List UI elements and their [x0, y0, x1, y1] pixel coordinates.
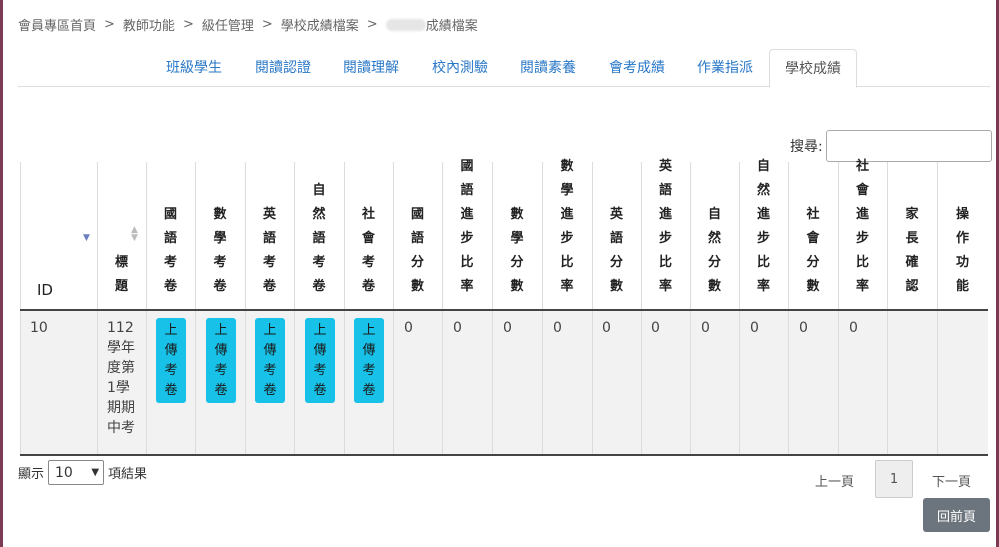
- tab-assignments[interactable]: 作業指派: [685, 49, 765, 87]
- tab-bar: 班級學生 閱讀認證 閱讀理解 校內測驗 閱讀素養 會考成績 作業指派 學校成績: [18, 49, 990, 88]
- column-header-math-progress[interactable]: 數學進步比率: [542, 159, 592, 309]
- page-length-value: 10: [55, 464, 73, 481]
- column-header-english-progress[interactable]: 英語進步比率: [641, 159, 690, 309]
- column-header-label: 數學考卷: [213, 207, 227, 294]
- search-input[interactable]: [825, 130, 992, 162]
- back-button[interactable]: 回前頁: [923, 498, 990, 532]
- column-header-label: 數學分數: [510, 207, 524, 294]
- column-header-label: 數學進步比率: [560, 159, 574, 294]
- search-box: 搜尋:: [790, 130, 992, 162]
- page-length-prefix: 顯示: [18, 467, 45, 482]
- column-header-chinese-progress[interactable]: 國語進步比率: [442, 159, 492, 309]
- column-header-label: 自然進步比率: [756, 159, 770, 294]
- breadcrumb-current: 成績檔案: [425, 19, 478, 34]
- breadcrumb-school-scores[interactable]: 學校成績檔案: [281, 15, 359, 34]
- column-header-science-progress[interactable]: 自然進步比率: [739, 159, 788, 309]
- upload-social-paper-button[interactable]: 上傳考卷: [354, 318, 384, 403]
- sort-desc-icon: ▼: [83, 233, 90, 243]
- window-frame-left: [0, 0, 3, 547]
- column-header-id-label: ID: [37, 281, 53, 299]
- cell-chinese-progress: 0: [453, 320, 462, 336]
- tab-reading-cert[interactable]: 閱讀認證: [243, 49, 323, 87]
- column-header-label: 社會考卷: [361, 207, 375, 294]
- column-header-id[interactable]: ID ▼: [20, 162, 97, 309]
- column-header-science-score[interactable]: 自然分數: [690, 162, 739, 309]
- breadcrumb-separator: >: [182, 17, 194, 32]
- upload-button-label: 上傳考卷: [214, 322, 228, 398]
- table-header-divider: [20, 309, 988, 311]
- column-header-science-paper[interactable]: 自然語考卷: [294, 162, 344, 309]
- search-label: 搜尋:: [790, 139, 823, 155]
- upload-button-label: 上傳考卷: [164, 322, 178, 398]
- tab-reading-comprehension[interactable]: 閱讀理解: [331, 49, 411, 87]
- breadcrumb-separator: >: [261, 17, 273, 32]
- column-header-label: 自然語考卷: [312, 183, 326, 294]
- cell-title: 112學年度第1學期期中考: [107, 320, 135, 436]
- cell-math-score: 0: [503, 320, 512, 336]
- pagination-page-1[interactable]: 1: [875, 460, 913, 498]
- cell-math-progress: 0: [553, 320, 562, 336]
- column-header-label: 社會分數: [806, 207, 820, 294]
- column-header-label: 國語考卷: [163, 207, 177, 294]
- tab-reading-literacy[interactable]: 閱讀素養: [508, 49, 588, 87]
- data-table: ID ▼ ▲ ▼ 標題 國語考卷 數學考卷 英語考卷 自然語考卷 社會考卷 國語分…: [20, 159, 988, 456]
- tab-school-tests[interactable]: 校內測驗: [420, 49, 500, 87]
- cell-social-progress: 0: [849, 320, 858, 336]
- upload-science-paper-button[interactable]: 上傳考卷: [305, 318, 335, 403]
- tab-school-grades[interactable]: 學校成績: [769, 49, 857, 88]
- column-header-parent-confirm[interactable]: 家長確認: [887, 162, 937, 309]
- column-header-social-score[interactable]: 社會分數: [788, 162, 838, 309]
- table-bottom-divider: [20, 454, 988, 456]
- column-header-english-score[interactable]: 英語分數: [592, 162, 641, 309]
- column-header-title[interactable]: 標題: [97, 162, 146, 309]
- column-header-label: 家長確認: [905, 207, 919, 294]
- column-header-social-progress[interactable]: 社會進步比率: [838, 159, 887, 309]
- upload-button-label: 上傳考卷: [263, 322, 277, 398]
- upload-math-paper-button[interactable]: 上傳考卷: [206, 318, 236, 403]
- pagination-next[interactable]: 下一頁: [932, 471, 971, 490]
- column-header-label: 英語分數: [609, 207, 623, 294]
- breadcrumb-class-management[interactable]: 級任管理: [202, 15, 254, 34]
- cell-chinese-score: 0: [404, 320, 413, 336]
- cell-science-score: 0: [701, 320, 710, 336]
- column-header-actions[interactable]: 操作功能: [937, 162, 988, 309]
- column-header-label: 操作功能: [955, 207, 969, 294]
- column-header-social-paper[interactable]: 社會考卷: [344, 162, 393, 309]
- page-length-select[interactable]: 10 ▼: [48, 460, 105, 485]
- upload-chinese-paper-button[interactable]: 上傳考卷: [156, 318, 186, 403]
- column-header-label: 英語進步比率: [658, 159, 672, 294]
- breadcrumb-separator: >: [366, 17, 378, 32]
- tab-class-students[interactable]: 班級學生: [154, 49, 234, 87]
- column-header-label: 國語分數: [410, 207, 424, 294]
- column-header-chinese-score[interactable]: 國語分數: [393, 162, 442, 309]
- cell-english-score: 0: [602, 320, 611, 336]
- column-header-english-paper[interactable]: 英語考卷: [245, 162, 294, 309]
- breadcrumb-separator: >: [104, 17, 115, 32]
- upload-button-label: 上傳考卷: [362, 322, 376, 398]
- cell-social-score: 0: [799, 320, 808, 336]
- cell-id: 10: [30, 320, 48, 336]
- chevron-down-icon: ▼: [91, 467, 100, 478]
- column-header-chinese-paper[interactable]: 國語考卷: [146, 162, 195, 309]
- column-header-label: 標題: [114, 255, 128, 294]
- column-header-label: 英語考卷: [262, 207, 276, 294]
- tab-exam-scores[interactable]: 會考成績: [597, 49, 677, 87]
- column-header-math-paper[interactable]: 數學考卷: [195, 162, 245, 309]
- breadcrumb-home[interactable]: 會員專區首頁: [18, 15, 96, 34]
- cell-science-progress: 0: [750, 320, 759, 336]
- upload-english-paper-button[interactable]: 上傳考卷: [255, 318, 285, 403]
- pagination-previous[interactable]: 上一頁: [815, 471, 854, 490]
- column-header-label: 自然分數: [707, 207, 721, 294]
- page-length: 顯示 10 ▼ 項結果: [18, 460, 147, 485]
- page-length-suffix: 項結果: [108, 467, 148, 482]
- column-header-label: 社會進步比率: [855, 159, 869, 294]
- upload-button-label: 上傳考卷: [313, 322, 327, 398]
- breadcrumb-redacted-name: [385, 18, 426, 31]
- column-header-label: 國語進步比率: [460, 159, 474, 294]
- breadcrumb-teacher[interactable]: 教師功能: [123, 15, 175, 34]
- column-header-math-score[interactable]: 數學分數: [492, 162, 542, 309]
- breadcrumb: 會員專區首頁 > 教師功能 > 級任管理 > 學校成績檔案 > 成績檔案: [18, 15, 478, 34]
- cell-english-progress: 0: [651, 320, 660, 336]
